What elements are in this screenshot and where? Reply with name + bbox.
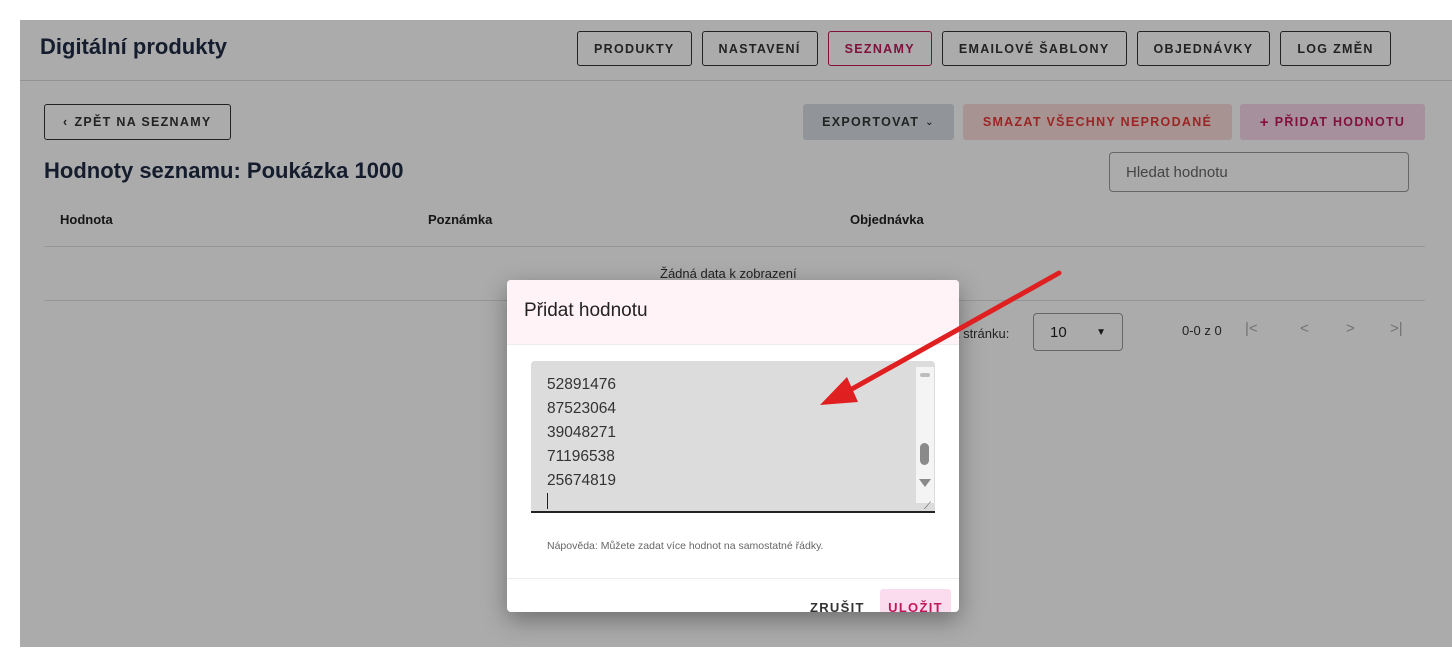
app-window: Digitální produkty PRODUKTY NASTAVENÍ SE… xyxy=(20,20,1452,647)
text-cursor xyxy=(547,493,548,509)
scrollbar-thumb[interactable] xyxy=(920,443,929,465)
textarea-content: 52891476 87523064 39048271 71196538 2567… xyxy=(547,373,616,493)
value-line: 25674819 xyxy=(547,472,616,489)
resize-handle-icon[interactable]: ⟋ xyxy=(924,501,931,512)
value-line: 71196538 xyxy=(547,448,615,465)
dialog-title: Přidat hodnotu xyxy=(507,280,959,345)
dialog-divider xyxy=(507,578,959,579)
value-line: 52891476 xyxy=(547,376,616,393)
value-line: 39048271 xyxy=(547,424,616,441)
values-textarea[interactable]: 52891476 87523064 39048271 71196538 2567… xyxy=(531,361,935,513)
value-line: 87523064 xyxy=(547,400,616,417)
cancel-button[interactable]: ZRUŠIT xyxy=(804,589,871,613)
add-value-dialog: Přidat hodnotu 52891476 87523064 3904827… xyxy=(507,280,959,612)
scroll-up-icon[interactable] xyxy=(920,373,930,377)
save-button[interactable]: ULOŽIT xyxy=(880,589,951,612)
scroll-down-icon[interactable] xyxy=(919,479,931,487)
input-hint: Nápověda: Můžete zadat více hodnot na sa… xyxy=(547,540,824,552)
textarea-scrollbar[interactable] xyxy=(916,367,934,503)
